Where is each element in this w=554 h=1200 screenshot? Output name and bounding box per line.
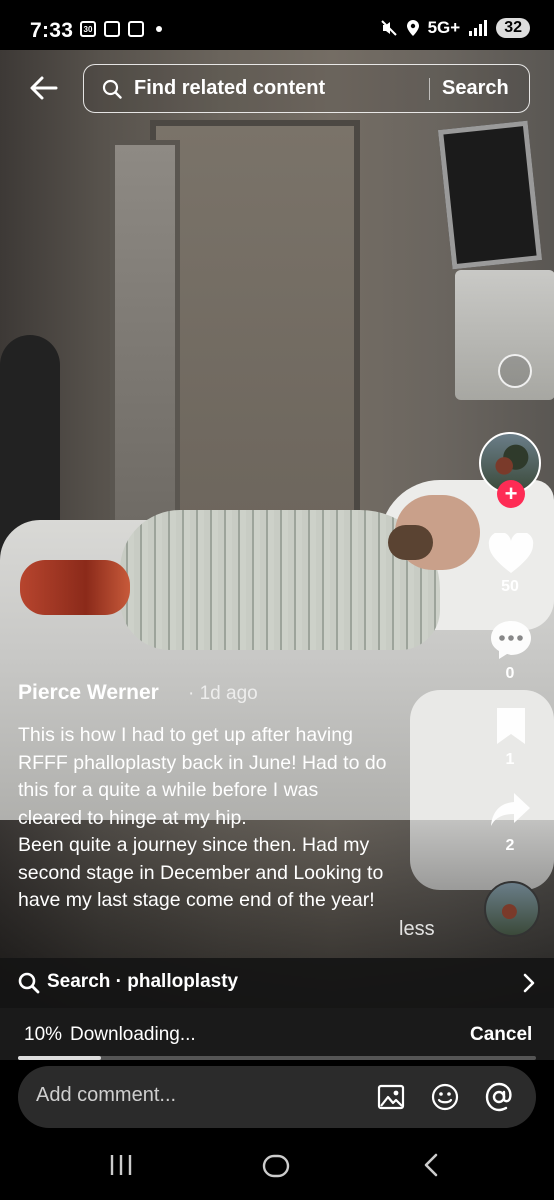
effects-icon[interactable]	[498, 354, 532, 388]
image-icon[interactable]	[376, 1082, 406, 1112]
video-scene-door-panel	[110, 140, 180, 550]
system-nav-bar	[0, 1130, 554, 1200]
network-type: 5G+	[427, 18, 461, 37]
caption-line: cleared to hinge at my hip.	[18, 806, 247, 829]
signal-icon	[469, 20, 488, 36]
status-right-icons: 5G+ 32	[380, 18, 530, 38]
download-progress-row: 10% Downloading... Cancel	[0, 1008, 554, 1060]
comment-count: 0	[505, 665, 515, 682]
caption-line: Been quite a journey since then. Had my	[18, 834, 370, 856]
post-time: · 1d ago	[188, 683, 258, 704]
search-icon	[18, 972, 40, 994]
follow-button[interactable]: +	[497, 480, 525, 508]
post-caption: This is how I had to get up after having…	[18, 722, 448, 915]
arrow-left-icon[interactable]	[26, 70, 62, 106]
cancel-download-button[interactable]: Cancel	[470, 1024, 532, 1046]
heart-icon[interactable]	[488, 533, 534, 575]
location-icon	[406, 20, 419, 36]
caption-line: This is how I had to get up after having	[18, 724, 353, 746]
search-placeholder: Find related content	[134, 77, 326, 99]
search-button[interactable]: Search	[442, 77, 509, 100]
mute-icon	[380, 20, 397, 36]
caption-line: this for a quite a while before I was	[18, 779, 319, 801]
share-arrow-icon[interactable]	[490, 791, 532, 829]
speech-bubble-icon[interactable]	[489, 619, 533, 661]
download-percent: 10%	[24, 1024, 63, 1045]
comment-bar: Add comment...	[0, 1060, 554, 1130]
more-notifications-dot	[156, 26, 162, 32]
sound-avatar[interactable]	[484, 881, 540, 937]
comment-placeholder: Add comment...	[36, 1084, 177, 1106]
video-scene-monitor	[437, 120, 543, 270]
less-toggle[interactable]: less	[399, 918, 435, 941]
video-scene-patient-beard	[388, 525, 433, 560]
share-count: 2	[505, 837, 515, 854]
screenshot-icon	[104, 21, 120, 37]
status-bar: 7:33 30 5G+ 32	[0, 0, 554, 50]
recent-apps-icon[interactable]	[108, 1152, 134, 1178]
chevron-right-icon	[523, 973, 535, 993]
at-icon[interactable]	[484, 1082, 514, 1112]
like-count: 50	[501, 578, 519, 595]
scan-icon	[128, 21, 144, 37]
caption-line: second stage in December and Looking to	[18, 861, 384, 884]
calendar-icon: 30	[80, 21, 96, 37]
search-divider	[429, 78, 430, 100]
save-count: 1	[505, 751, 515, 768]
bookmark-icon[interactable]	[495, 706, 527, 746]
comment-input[interactable]: Add comment...	[18, 1066, 536, 1128]
emoji-icon[interactable]	[430, 1082, 460, 1112]
status-notification-icons: 30	[80, 21, 162, 37]
related-search-row[interactable]: Search · phalloplasty	[0, 958, 554, 1008]
caption-line: have my last stage come end of the year!	[18, 889, 375, 911]
search-input[interactable]: Find related content Search	[83, 64, 530, 113]
back-nav-icon[interactable]	[420, 1152, 442, 1178]
status-time: 7:33	[30, 19, 74, 42]
video-scene-leg	[20, 560, 130, 615]
related-search-label: Search · phalloplasty	[47, 971, 239, 992]
author-name[interactable]: Pierce Werner	[18, 681, 159, 705]
search-icon	[102, 79, 122, 99]
caption-line: RFFF phalloplasty back in June! Had to d…	[18, 751, 387, 774]
download-status: Downloading...	[70, 1024, 196, 1045]
home-icon[interactable]	[262, 1152, 290, 1180]
battery-level: 32	[496, 18, 530, 38]
